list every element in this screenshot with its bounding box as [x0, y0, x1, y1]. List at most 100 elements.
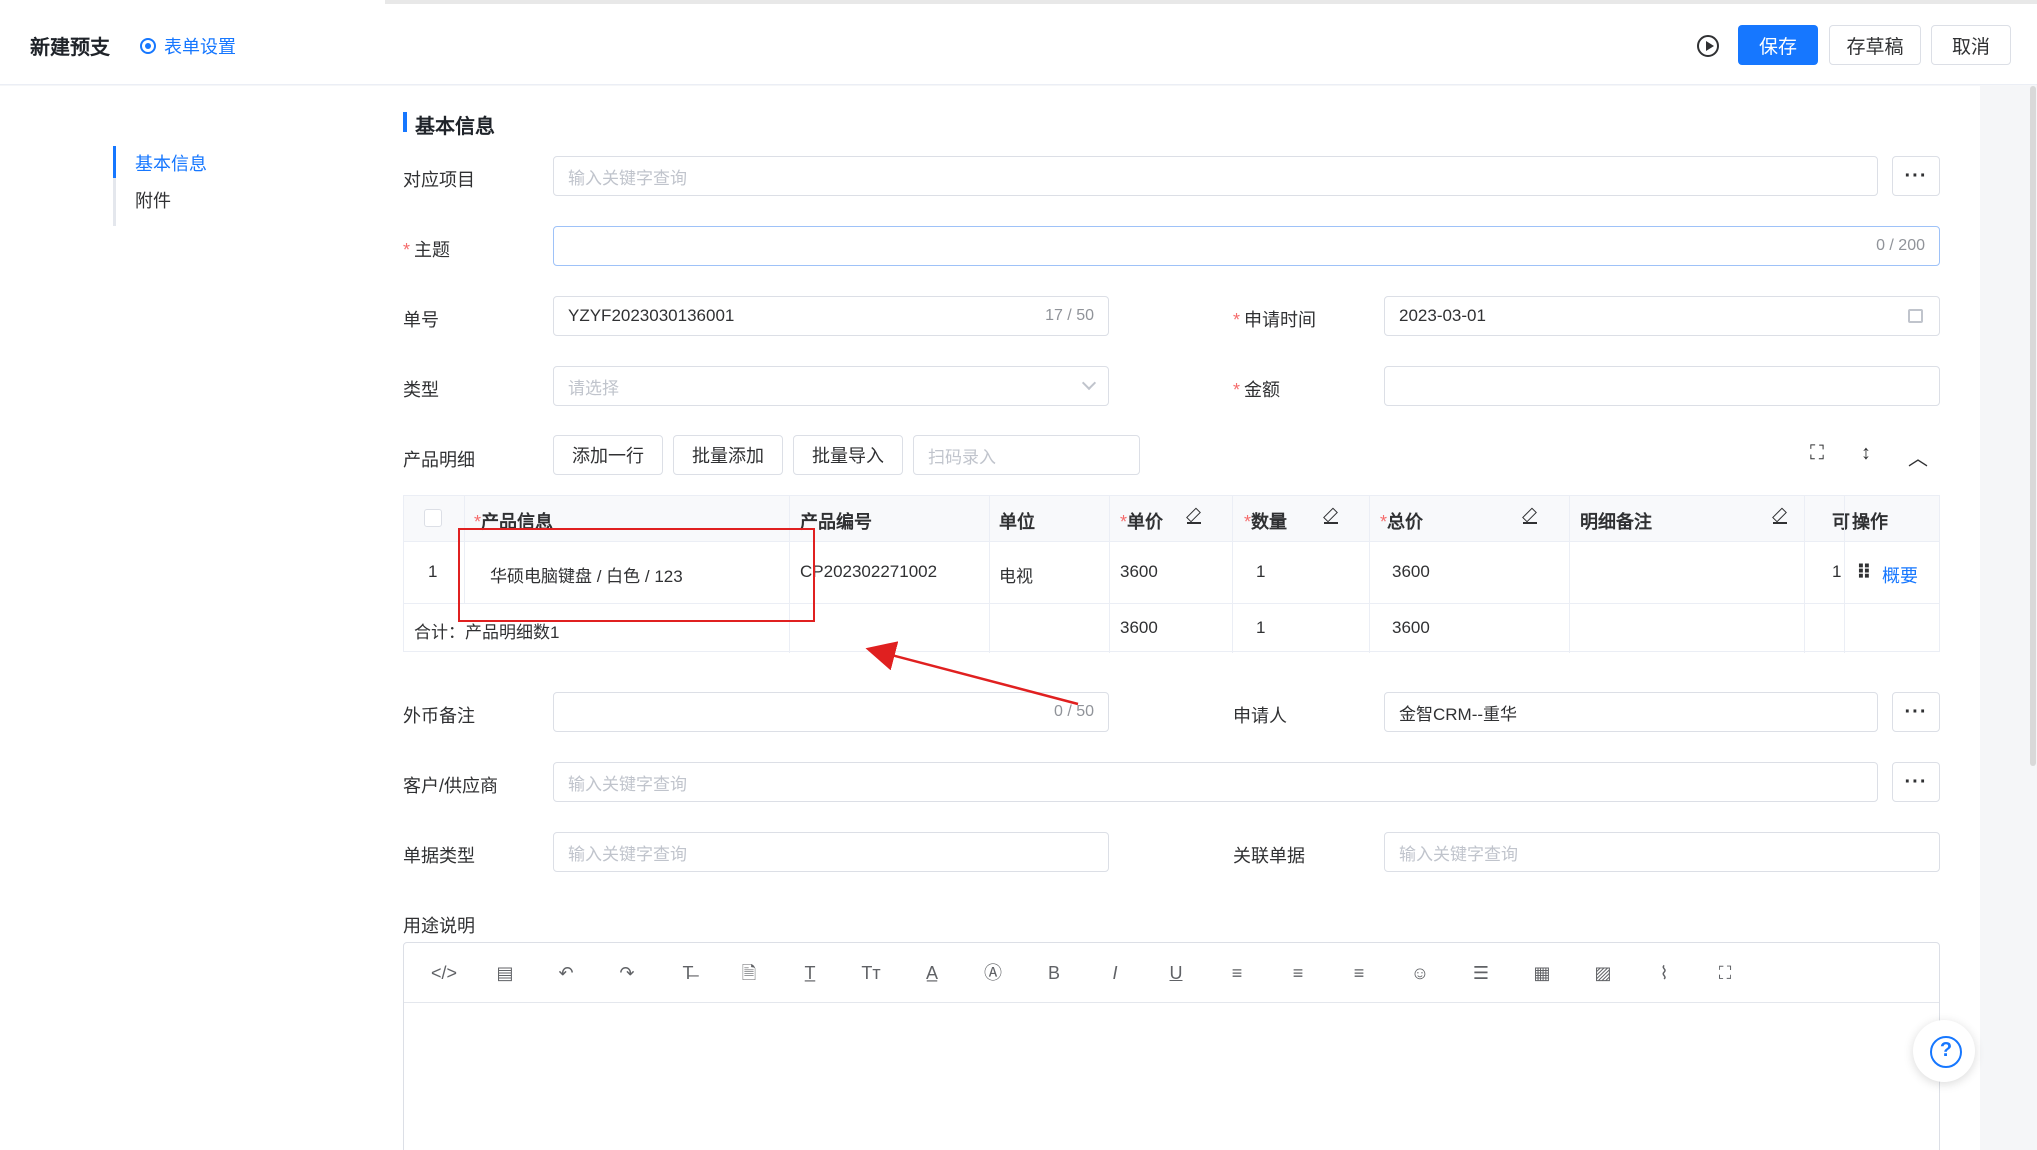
summary-qty: 1	[1256, 618, 1266, 637]
applicant-input[interactable]: 金智CRM--重华	[1384, 692, 1878, 732]
add-row-button[interactable]: 添加一行	[553, 435, 663, 475]
header-unit: 单位	[999, 512, 1035, 532]
customer-more-button[interactable]: ···	[1892, 762, 1940, 802]
related-doc-label: 关联单据	[1233, 846, 1305, 866]
italic-icon[interactable]: I	[1101, 959, 1129, 987]
gear-icon	[140, 38, 156, 54]
type-select[interactable]: 请选择	[553, 366, 1109, 406]
foreign-note-input[interactable]: 0 / 50	[553, 692, 1109, 732]
usage-label: 用途说明	[403, 916, 475, 936]
applicant-more-button[interactable]: ···	[1892, 692, 1940, 732]
align-right-icon[interactable]: ≡	[1345, 959, 1373, 987]
subject-input[interactable]: 0 / 200	[553, 226, 1940, 266]
editor-toolbar: </> ▤ ↶ ↷ T̶ 🗎 T̲ Tт A̲ Ⓐ B I U ≡ ≡ ≡ ☺ …	[404, 943, 1939, 1003]
page-title: 新建预支	[30, 37, 110, 59]
project-label: 对应项目	[403, 170, 475, 190]
bold-icon[interactable]: B	[1040, 959, 1068, 987]
row-index: 1	[428, 562, 438, 581]
play-icon[interactable]	[1697, 35, 1719, 57]
fullscreen-icon[interactable]: ⛶	[1711, 959, 1739, 987]
foreign-note-label: 外币备注	[403, 706, 475, 726]
edit-qty-icon[interactable]	[1324, 510, 1338, 524]
type-label: 类型	[403, 380, 439, 400]
page-scrollbar[interactable]	[2030, 86, 2036, 766]
annotation-highlight-box	[458, 528, 815, 622]
row-qty[interactable]: 1	[1256, 562, 1265, 582]
related-doc-input[interactable]: 输入关键字查询	[1384, 832, 1940, 872]
edit-total-icon[interactable]	[1523, 510, 1537, 524]
emoji-icon[interactable]: ☺	[1406, 959, 1434, 987]
apply-time-input[interactable]: 2023-03-01	[1384, 296, 1940, 336]
row-total[interactable]: 3600	[1392, 562, 1430, 582]
cancel-button[interactable]: 取消	[1931, 25, 2011, 65]
apply-time-label: 申请时间	[1233, 306, 1316, 332]
chevron-down-icon	[1081, 375, 1097, 391]
rich-text-editor[interactable]: </> ▤ ↶ ↷ T̶ 🗎 T̲ Tт A̲ Ⓐ B I U ≡ ≡ ≡ ☺ …	[403, 942, 1940, 1150]
underline-icon[interactable]: U	[1162, 959, 1190, 987]
batch-add-button[interactable]: 批量添加	[673, 435, 783, 475]
header-remark: 明细备注	[1580, 512, 1652, 532]
sidebar-item-attachment[interactable]: 附件	[135, 187, 171, 213]
anchor-track	[113, 146, 116, 226]
page-header: 新建预支 表单设置 保存 存草稿 取消	[0, 5, 2037, 85]
image-icon[interactable]: ▨	[1589, 959, 1617, 987]
line-height-icon[interactable]: ☰	[1467, 959, 1495, 987]
strikethrough-icon[interactable]: T̶	[674, 959, 702, 987]
help-button[interactable]	[1913, 1020, 1975, 1082]
header-total: *总价	[1380, 512, 1424, 532]
template-icon[interactable]: ▤	[491, 959, 519, 987]
amount-input[interactable]	[1384, 366, 1940, 406]
calendar-icon	[1908, 309, 1923, 323]
select-all-checkbox[interactable]	[424, 509, 442, 527]
batch-import-button[interactable]: 批量导入	[793, 435, 903, 475]
section-title: 基本信息	[403, 110, 495, 139]
save-draft-button[interactable]: 存草稿	[1829, 25, 1921, 65]
doc-type-label: 单据类型	[403, 846, 475, 866]
project-input[interactable]: 输入关键字查询	[553, 156, 1878, 196]
text-icon[interactable]: T̲	[796, 959, 824, 987]
customer-label: 客户/供应商	[403, 776, 499, 796]
order-no-label: 单号	[403, 310, 439, 330]
table-icon[interactable]: ▦	[1528, 959, 1556, 987]
project-more-button[interactable]: ···	[1892, 156, 1940, 196]
summary-total: 3600	[1392, 618, 1430, 637]
drag-handle-icon[interactable]: ⠿	[1856, 560, 1872, 585]
doc-type-input[interactable]: 输入关键字查询	[553, 832, 1109, 872]
subject-label: 主题	[403, 236, 450, 262]
code-icon[interactable]: </>	[430, 959, 458, 987]
row-product-code: CP202302271002	[800, 562, 938, 581]
row-extra: 1	[1832, 562, 1842, 581]
undo-icon[interactable]: ↶	[552, 959, 580, 987]
save-button[interactable]: 保存	[1738, 25, 1818, 65]
applicant-label: 申请人	[1233, 706, 1287, 726]
header-extra: 可	[1832, 512, 1850, 532]
attachment-icon[interactable]: ⌇	[1650, 959, 1678, 987]
header-qty: *数量	[1244, 512, 1288, 532]
align-left-icon[interactable]: ≡	[1223, 959, 1251, 987]
edit-price-icon[interactable]	[1187, 510, 1201, 524]
align-center-icon[interactable]: ≡	[1284, 959, 1312, 987]
font-color-icon[interactable]: A̲	[918, 959, 946, 987]
document-icon[interactable]: 🗎	[735, 959, 763, 987]
redo-icon[interactable]: ↷	[613, 959, 641, 987]
summary-price: 3600	[1120, 618, 1158, 637]
order-no-input[interactable]: YZYF2023030136001 17 / 50	[553, 296, 1109, 336]
font-size-icon[interactable]: Tт	[857, 959, 885, 987]
row-unit: 电视	[999, 567, 1033, 586]
form-settings-link[interactable]: 表单设置	[140, 33, 236, 59]
header-price: *单价	[1120, 512, 1164, 532]
sidebar-anchor-nav	[0, 86, 365, 1150]
amount-label: 金额	[1233, 376, 1280, 402]
edit-remark-icon[interactable]	[1773, 510, 1787, 524]
sidebar-item-basic-info[interactable]: 基本信息	[135, 150, 207, 176]
row-summary-link[interactable]: 概要	[1882, 562, 1918, 588]
fullscreen-icon[interactable]: ⛶	[1810, 442, 1824, 465]
header-action: 操作	[1852, 512, 1888, 532]
form-settings-label: 表单设置	[164, 37, 236, 57]
row-price[interactable]: 3600	[1120, 562, 1158, 582]
customer-input[interactable]: 输入关键字查询	[553, 762, 1878, 802]
collapse-icon[interactable]: ︿	[1908, 442, 1928, 471]
resize-vertical-icon[interactable]: ↕	[1861, 442, 1871, 465]
background-color-icon[interactable]: Ⓐ	[979, 959, 1007, 987]
scan-input[interactable]: 扫码录入	[913, 435, 1140, 475]
